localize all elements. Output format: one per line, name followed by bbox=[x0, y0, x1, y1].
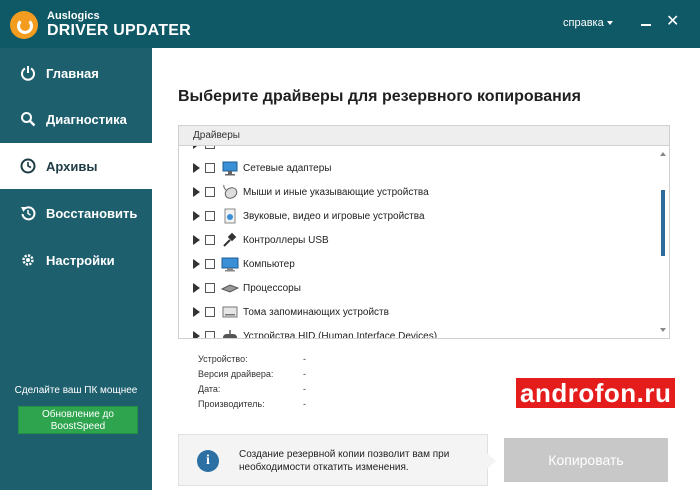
info-icon: i bbox=[197, 450, 219, 472]
help-menu[interactable]: справка bbox=[563, 17, 613, 29]
chevron-down-icon bbox=[606, 21, 613, 26]
scroll-thumb[interactable] bbox=[661, 190, 665, 256]
sidebar-item-archives[interactable]: Архивы bbox=[0, 143, 152, 189]
watermark: androfon.ru bbox=[516, 378, 676, 408]
tree-scrollbar[interactable] bbox=[657, 146, 669, 338]
tree-row-label: Компьютер bbox=[243, 258, 295, 270]
detail-label: Устройство: bbox=[198, 354, 248, 364]
close-button[interactable]: ✕ bbox=[666, 14, 679, 30]
detail-label: Дата: bbox=[198, 384, 221, 394]
promo-button-line1: Обновление до bbox=[42, 409, 114, 420]
expand-arrow-icon[interactable] bbox=[193, 211, 200, 221]
expand-arrow-icon[interactable] bbox=[193, 163, 200, 173]
minimize-button[interactable] bbox=[641, 24, 651, 26]
sidebar-item-settings[interactable]: Настройки bbox=[0, 237, 152, 283]
detail-label: Версия драйвера: bbox=[198, 369, 274, 379]
detail-date: Дата: - bbox=[198, 384, 306, 399]
checkbox[interactable] bbox=[205, 331, 215, 338]
detail-value: - bbox=[303, 384, 306, 394]
sidebar-item-restore[interactable]: Восстановить bbox=[0, 190, 152, 236]
tree-row-label: Процессоры bbox=[243, 282, 301, 294]
storage-icon bbox=[221, 304, 239, 320]
driver-details: Устройство: - Версия драйвера: - Дата: -… bbox=[198, 354, 306, 414]
tree-row-label: Звуковые, видео и игровые устройства bbox=[243, 210, 425, 222]
page-title: Выберите драйверы для резервного копиров… bbox=[178, 88, 581, 105]
tree-row-hid[interactable]: Устройства HID (Human Interface Devices) bbox=[179, 324, 649, 339]
sidebar-item-label: Диагностика bbox=[46, 111, 127, 127]
tree-row-network[interactable]: Сетевые адаптеры bbox=[179, 156, 649, 180]
detail-device: Устройство: - bbox=[198, 354, 306, 369]
info-text: Создание резервной копии позволит вам пр… bbox=[239, 449, 450, 473]
upgrade-boostspeed-button[interactable]: Обновление до BoostSpeed bbox=[18, 406, 138, 434]
main-panel: Выберите драйверы для резервного копиров… bbox=[152, 48, 700, 490]
tree-column-header[interactable]: Драйверы bbox=[178, 125, 670, 145]
sidebar-item-label: Восстановить bbox=[46, 205, 138, 221]
tree-row-partial bbox=[179, 146, 649, 156]
tree-row-usb[interactable]: Контроллеры USB bbox=[179, 228, 649, 252]
scroll-down-icon[interactable] bbox=[660, 328, 666, 332]
sidebar-item-label: Настройки bbox=[46, 252, 115, 268]
help-menu-label: справка bbox=[563, 17, 604, 29]
drivers-tree[interactable]: Сетевые адаптеры Мыши и иные указывающие… bbox=[178, 145, 670, 339]
checkbox[interactable] bbox=[205, 259, 215, 269]
expand-arrow-icon[interactable] bbox=[193, 235, 200, 245]
expand-arrow-icon[interactable] bbox=[193, 307, 200, 317]
tree-row-label: Мыши и иные указывающие устройства bbox=[243, 186, 429, 198]
scroll-up-icon[interactable] bbox=[660, 152, 666, 156]
app-logo-icon bbox=[10, 11, 38, 39]
detail-value: - bbox=[303, 369, 306, 379]
promo-text: Сделайте ваш ПК мощнее bbox=[14, 385, 138, 396]
clock-icon bbox=[20, 158, 36, 174]
mouse-icon bbox=[221, 184, 239, 200]
sidebar: Главная Диагностика Архивы Восстановить … bbox=[0, 48, 152, 490]
power-icon bbox=[20, 65, 36, 81]
tree-row-storage[interactable]: Тома запоминающих устройств bbox=[179, 300, 649, 324]
sound-icon bbox=[221, 208, 239, 224]
checkbox[interactable] bbox=[205, 283, 215, 293]
expand-arrow-icon[interactable] bbox=[193, 259, 200, 269]
tree-row-label: Сетевые адаптеры bbox=[243, 162, 332, 174]
promo-button-line2: BoostSpeed bbox=[50, 421, 106, 432]
tree-row-processors[interactable]: Процессоры bbox=[179, 276, 649, 300]
processor-icon bbox=[221, 280, 239, 296]
detail-manufacturer: Производитель: - bbox=[198, 399, 306, 414]
detail-label: Производитель: bbox=[198, 399, 265, 409]
hid-icon bbox=[221, 328, 239, 338]
gear-icon bbox=[20, 252, 36, 268]
brand-product: DRIVER UPDATER bbox=[47, 22, 191, 39]
expand-arrow-icon bbox=[193, 146, 200, 149]
expand-arrow-icon[interactable] bbox=[193, 187, 200, 197]
expand-arrow-icon[interactable] bbox=[193, 283, 200, 293]
checkbox[interactable] bbox=[205, 187, 215, 197]
copy-button[interactable]: Копировать bbox=[504, 438, 668, 482]
sidebar-item-label: Главная bbox=[46, 65, 99, 81]
usb-icon bbox=[221, 232, 239, 248]
detail-value: - bbox=[303, 354, 306, 364]
restore-icon bbox=[20, 205, 36, 221]
detail-driver-version: Версия драйвера: - bbox=[198, 369, 306, 384]
checkbox[interactable] bbox=[205, 211, 215, 221]
tree-row-label: Устройства HID (Human Interface Devices) bbox=[243, 330, 438, 339]
checkbox[interactable] bbox=[205, 163, 215, 173]
tree-row-computer[interactable]: Компьютер bbox=[179, 252, 649, 276]
detail-value: - bbox=[303, 399, 306, 409]
expand-arrow-icon[interactable] bbox=[193, 331, 200, 338]
tree-row-mice[interactable]: Мыши и иные указывающие устройства bbox=[179, 180, 649, 204]
info-callout: i Создание резервной копии позволит вам … bbox=[178, 434, 496, 486]
computer-icon bbox=[221, 256, 239, 272]
checkbox bbox=[205, 146, 215, 149]
sidebar-item-home[interactable]: Главная bbox=[0, 50, 152, 96]
checkbox[interactable] bbox=[205, 235, 215, 245]
sidebar-item-label: Архивы bbox=[46, 158, 98, 174]
brand-company: Auslogics bbox=[47, 10, 100, 22]
title-bar: Auslogics DRIVER UPDATER справка ✕ bbox=[0, 0, 700, 48]
tree-row-label: Контроллеры USB bbox=[243, 234, 329, 246]
sidebar-item-diagnostics[interactable]: Диагностика bbox=[0, 96, 152, 142]
checkbox[interactable] bbox=[205, 307, 215, 317]
network-adapter-icon bbox=[221, 160, 239, 176]
tree-row-sound[interactable]: Звуковые, видео и игровые устройства bbox=[179, 204, 649, 228]
tree-row-label: Тома запоминающих устройств bbox=[243, 306, 389, 318]
search-icon bbox=[20, 111, 36, 127]
